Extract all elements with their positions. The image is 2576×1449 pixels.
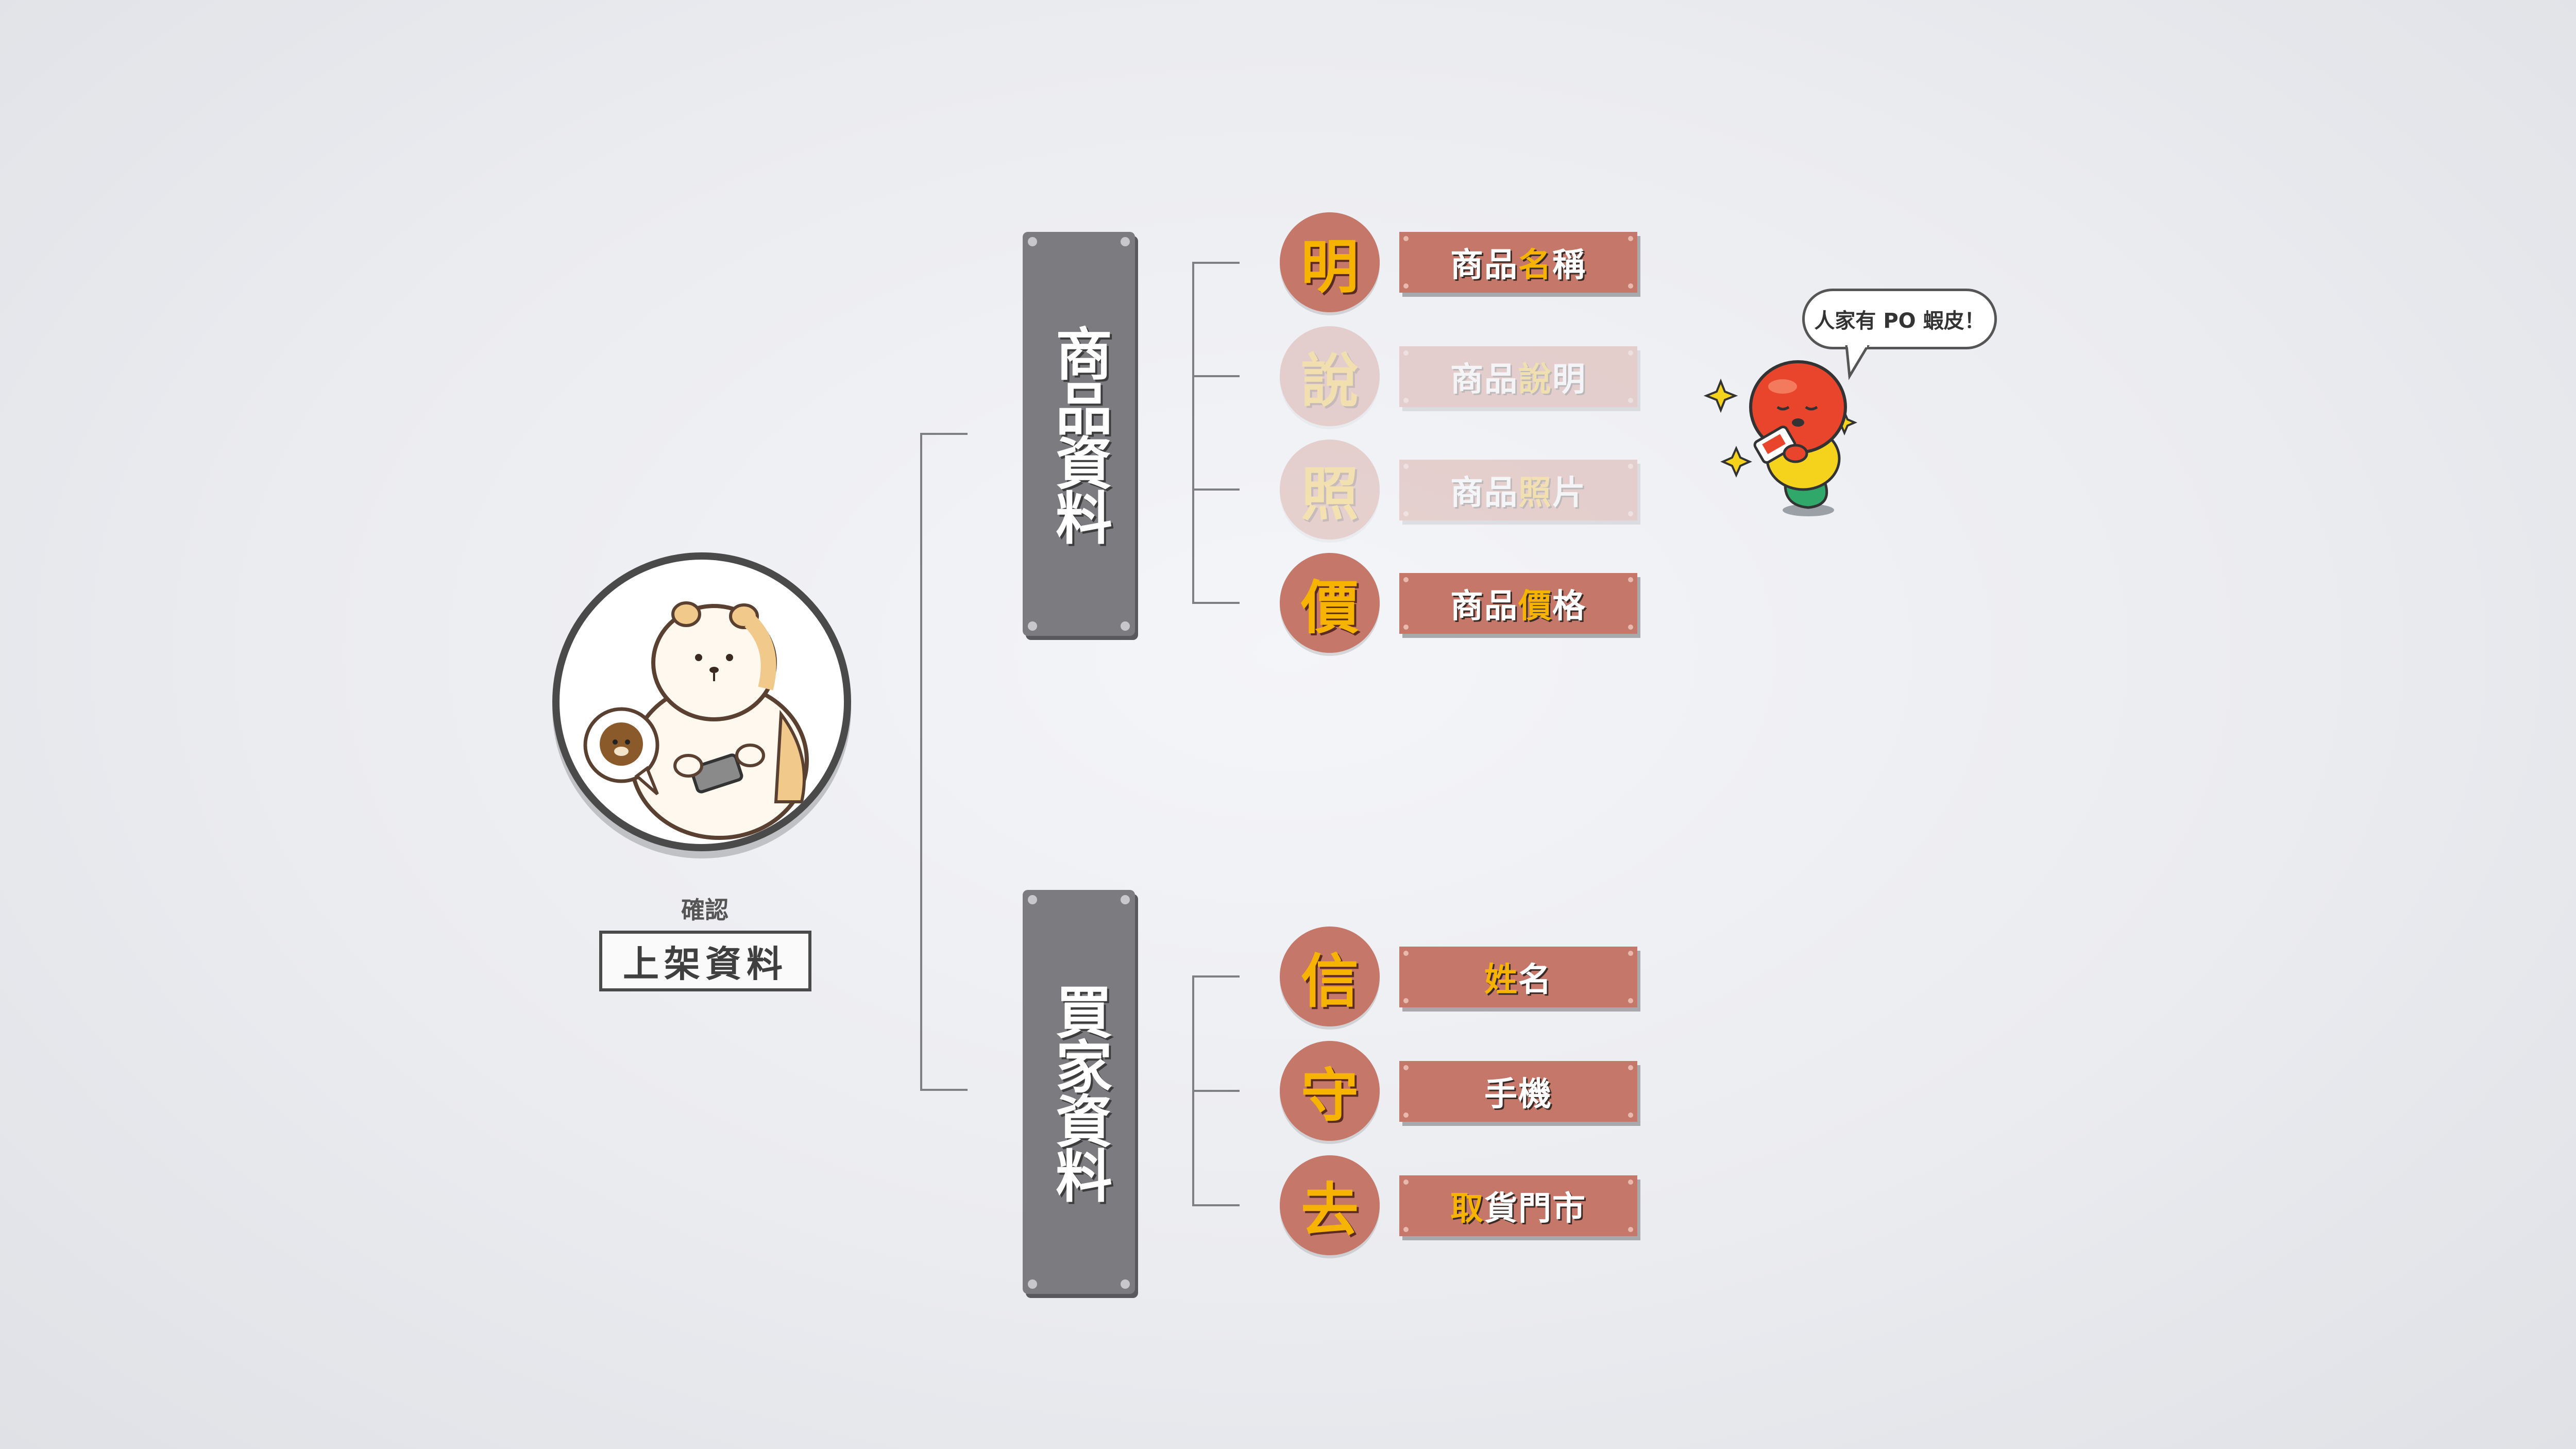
rivet xyxy=(1628,998,1633,1003)
item-circle-qu: 去 xyxy=(1280,1155,1380,1255)
label-highlight: 照 xyxy=(1518,474,1552,512)
label-text: 商品 xyxy=(1450,361,1518,399)
cat2-connector-3 xyxy=(1192,1204,1240,1206)
rivet xyxy=(1121,895,1130,904)
label-text: 商品 xyxy=(1450,246,1518,284)
rivet xyxy=(1628,398,1633,403)
item-label-product-name: 商品名稱 xyxy=(1399,232,1637,293)
rivet xyxy=(1121,1279,1130,1289)
item-circle-shou: 守 xyxy=(1280,1041,1380,1141)
rivet xyxy=(1403,1113,1409,1118)
label-text: 商品 xyxy=(1450,587,1518,626)
cat1-connector-1 xyxy=(1192,262,1240,264)
category-label: 商品資料 xyxy=(1046,325,1112,543)
cat1-connector-3 xyxy=(1192,488,1240,491)
rivet xyxy=(1628,577,1633,582)
item-label-pickup-store: 取貨門市 xyxy=(1399,1175,1637,1236)
label-highlight: 取 xyxy=(1450,1190,1484,1228)
label-text: 貨門市 xyxy=(1484,1190,1586,1228)
rivet xyxy=(1403,283,1409,289)
item-circle-jia: 價 xyxy=(1280,553,1380,653)
item-circle-zhao: 照 xyxy=(1280,440,1380,540)
rivet xyxy=(1628,951,1633,956)
root-connector-bottom xyxy=(920,1089,968,1091)
rivet xyxy=(1403,1065,1409,1070)
item-label-phone: 手機 xyxy=(1399,1061,1637,1122)
rivet xyxy=(1028,237,1037,246)
label-highlight: 價 xyxy=(1518,587,1552,626)
root-avatar xyxy=(552,552,851,851)
rivet xyxy=(1403,1180,1409,1185)
item-circle-ming: 明 xyxy=(1280,212,1380,312)
rivet xyxy=(1628,1113,1633,1118)
label-text: 稱 xyxy=(1552,246,1586,284)
rivet xyxy=(1403,951,1409,956)
label-highlight: 名 xyxy=(1518,246,1552,284)
label-highlight: 姓 xyxy=(1484,961,1518,999)
rivet xyxy=(1628,625,1633,630)
cat1-connector-vertical xyxy=(1192,262,1194,604)
rivet xyxy=(1403,625,1409,630)
item-circle-shuo: 說 xyxy=(1280,326,1380,426)
rivet xyxy=(1403,464,1409,469)
rivet xyxy=(1628,1065,1633,1070)
rivet xyxy=(1028,895,1037,904)
label-highlight: 說 xyxy=(1518,361,1552,399)
category-plate-product: 商品資料 xyxy=(1023,232,1135,636)
rivet xyxy=(1628,511,1633,516)
bear-illustration xyxy=(583,601,809,840)
label-text: 片 xyxy=(1552,474,1586,512)
cat2-connector-1 xyxy=(1192,975,1240,978)
cat1-connector-4 xyxy=(1192,602,1240,604)
rivet xyxy=(1403,577,1409,582)
rivet xyxy=(1121,237,1130,246)
mascot-speech-bubble: 人家有 PO 蝦皮！ xyxy=(1802,289,1997,349)
root-connector-top xyxy=(920,433,968,435)
category-plate-buyer: 買家資料 xyxy=(1023,890,1135,1294)
rivet xyxy=(1628,1227,1633,1232)
root-connector-vertical xyxy=(920,433,922,1091)
label-text: 名 xyxy=(1518,961,1552,999)
cat1-connector-2 xyxy=(1192,375,1240,377)
label-text: 格 xyxy=(1552,587,1586,626)
item-label-name: 姓名 xyxy=(1399,947,1637,1007)
item-label-product-price: 商品價格 xyxy=(1399,573,1637,634)
item-label-product-description: 商品說明 xyxy=(1399,346,1637,407)
cat2-connector-2 xyxy=(1192,1090,1240,1092)
red-mascot-illustration xyxy=(1703,360,1858,516)
item-circle-xin: 信 xyxy=(1280,926,1380,1026)
rivet xyxy=(1403,511,1409,516)
rivet xyxy=(1028,1279,1037,1289)
rivet xyxy=(1628,1180,1633,1185)
category-label: 買家資料 xyxy=(1046,983,1112,1201)
rivet xyxy=(1628,350,1633,356)
rivet xyxy=(1028,621,1037,631)
rivet xyxy=(1628,283,1633,289)
root-subtitle: 確認 xyxy=(681,896,728,924)
rivet xyxy=(1403,236,1409,241)
rivet xyxy=(1403,350,1409,356)
rivet xyxy=(1403,1227,1409,1232)
rivet xyxy=(1403,998,1409,1003)
rivet xyxy=(1628,236,1633,241)
label-text: 明 xyxy=(1552,361,1586,399)
item-label-product-photo: 商品照片 xyxy=(1399,460,1637,520)
label-text: 商品 xyxy=(1450,474,1518,512)
rivet xyxy=(1628,464,1633,469)
label-text: 手機 xyxy=(1484,1075,1552,1114)
root-title: 上架資料 xyxy=(599,931,811,991)
rivet xyxy=(1403,398,1409,403)
rivet xyxy=(1121,621,1130,631)
